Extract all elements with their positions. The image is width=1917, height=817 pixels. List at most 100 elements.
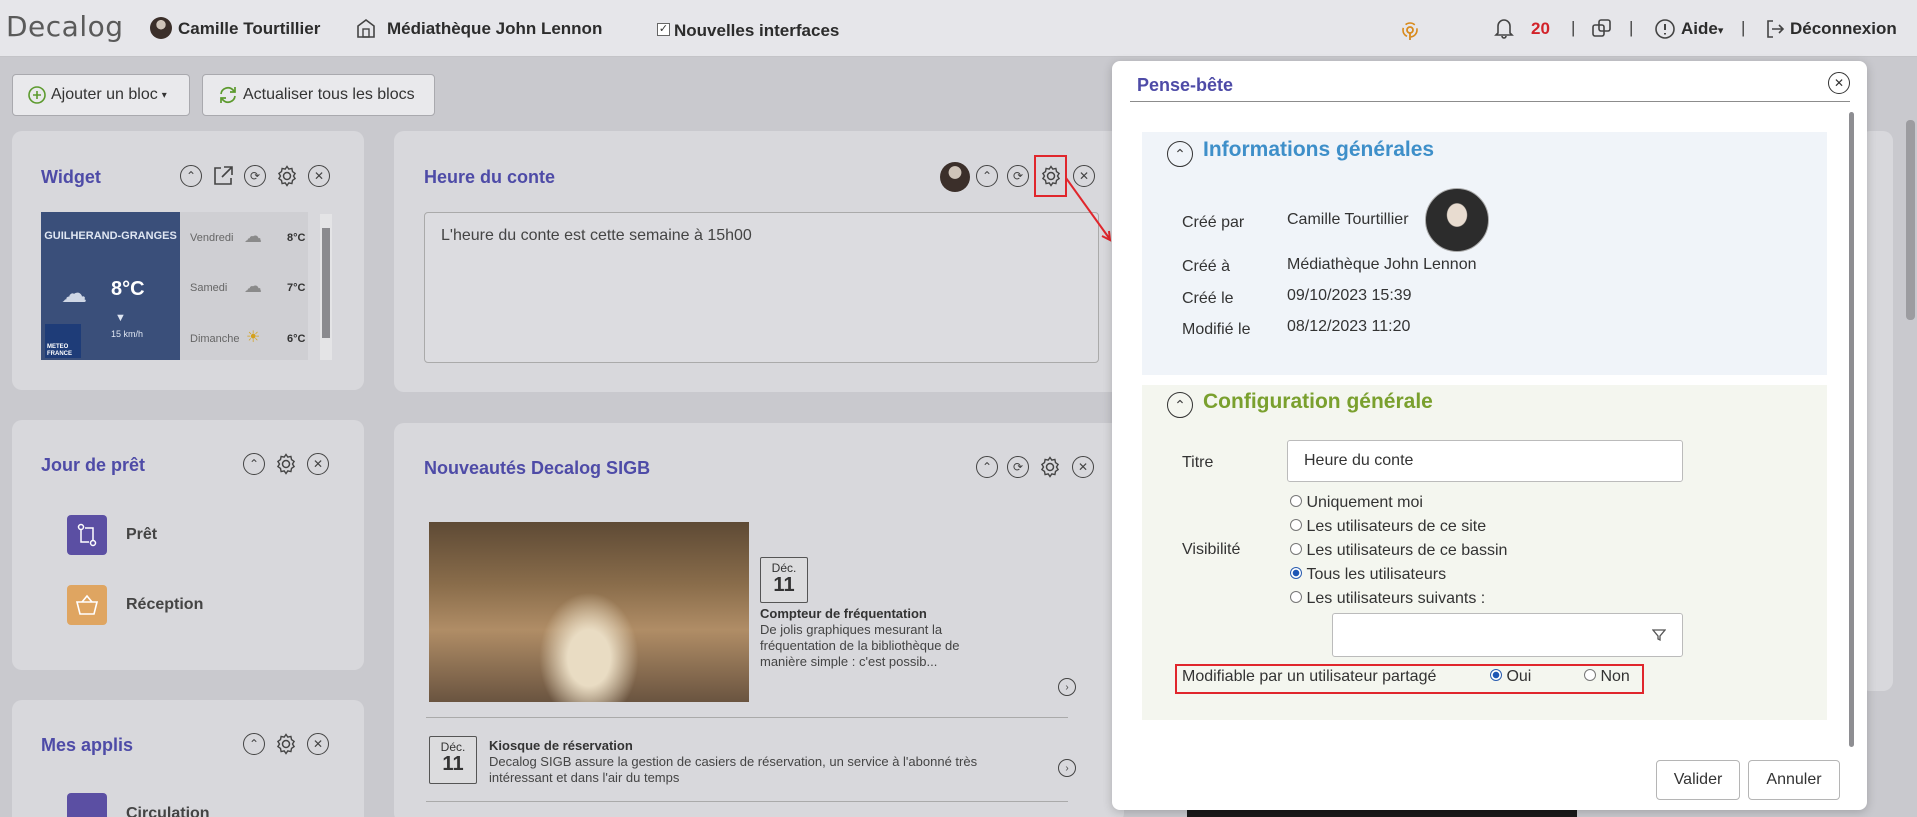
refresh-icon[interactable]: ⟳ [244, 165, 266, 187]
collapse-icon[interactable]: ⌃ [1167, 141, 1193, 167]
scrollbar-thumb[interactable] [322, 228, 330, 338]
loan-link[interactable]: Prêt [126, 526, 157, 544]
gear-icon[interactable] [275, 164, 299, 193]
dialog-title: Pense-bête [1137, 75, 1234, 95]
add-block-button[interactable]: Ajouter un bloc ▾ [12, 74, 190, 116]
page-scrollbar[interactable] [1906, 120, 1915, 320]
user-name[interactable]: Camille Tourtillier [178, 19, 320, 39]
modified-on-label: Modifié le [1182, 321, 1251, 338]
gear-icon[interactable] [1039, 164, 1063, 193]
info-heading: Informations générales [1203, 138, 1435, 161]
users-select[interactable] [1332, 613, 1683, 657]
collapse-icon[interactable]: ⌃ [976, 165, 998, 187]
notification-count[interactable]: 20 [1531, 19, 1550, 39]
help-icon[interactable] [1654, 18, 1676, 40]
date-month: Déc. [440, 740, 466, 754]
modifiable-yes-option[interactable]: Oui [1490, 668, 1531, 686]
cloud-icon: ☁ [61, 278, 87, 308]
divider [426, 801, 1068, 802]
library-name[interactable]: Médiathèque John Lennon [387, 19, 602, 39]
close-icon[interactable]: ✕ [307, 453, 329, 475]
gear-icon[interactable] [274, 452, 298, 481]
cancel-button[interactable]: Annuler [1748, 760, 1840, 800]
news-item-title[interactable]: Compteur de fréquentation [760, 606, 927, 621]
windows-icon[interactable] [1591, 18, 1613, 40]
created-at-label: Créé à [1182, 258, 1231, 275]
modifiable-no-option[interactable]: Non [1584, 668, 1630, 686]
close-icon[interactable]: ✕ [307, 733, 329, 755]
close-icon[interactable]: ✕ [308, 165, 330, 187]
circulation-link[interactable]: Circulation [126, 805, 210, 817]
dialog-scrollbar[interactable] [1849, 112, 1854, 747]
circulation-icon[interactable] [67, 793, 107, 817]
logout-link[interactable]: Déconnexion [1790, 19, 1897, 39]
created-at-value: Médiathèque John Lennon [1287, 256, 1477, 273]
news-image[interactable] [429, 522, 749, 702]
refresh-icon[interactable]: ⟳ [1007, 456, 1029, 478]
reception-link[interactable]: Réception [126, 596, 203, 614]
title-input[interactable] [1287, 440, 1683, 482]
visibility-option[interactable]: Tous les utilisateurs [1290, 566, 1446, 584]
meteo-france-logo: METEO FRANCE [45, 324, 81, 358]
radio-button[interactable] [1584, 669, 1596, 681]
radio-button-selected[interactable] [1290, 567, 1302, 579]
external-link-icon[interactable] [211, 164, 235, 193]
user-avatar [150, 17, 172, 39]
forecast-day: Samedi [190, 282, 228, 294]
chevron-right-icon[interactable]: › [1058, 678, 1076, 696]
date-month: Déc. [771, 561, 797, 575]
app-logo[interactable]: Decalog [6, 10, 124, 43]
note-text[interactable]: L'heure du conte est cette semaine à 15h… [424, 212, 1099, 363]
visibility-option[interactable]: Les utilisateurs suivants : [1290, 590, 1485, 608]
radio-button[interactable] [1290, 543, 1302, 555]
mes-applis-card [12, 700, 364, 817]
divider [426, 717, 1068, 718]
collapse-icon[interactable]: ⌃ [243, 733, 265, 755]
collapse-icon[interactable]: ⌃ [180, 165, 202, 187]
news-item-title[interactable]: Kiosque de réservation [489, 738, 633, 753]
gear-icon[interactable] [274, 732, 298, 761]
news-title: Nouveautés Decalog SIGB [424, 458, 651, 478]
jour-pret-title: Jour de prêt [41, 455, 146, 475]
refresh-icon[interactable]: ⟳ [1007, 165, 1029, 187]
collapse-icon[interactable]: ⌃ [243, 453, 265, 475]
close-icon[interactable]: ✕ [1072, 456, 1094, 478]
logout-icon[interactable] [1764, 18, 1786, 40]
option-label: Uniquement moi [1306, 494, 1423, 511]
loan-icon[interactable] [67, 515, 107, 555]
heure-conte-title: Heure du conte [424, 167, 556, 187]
visibility-option[interactable]: Uniquement moi [1290, 494, 1423, 512]
widget-title: Widget [41, 167, 101, 187]
rain-cloud-icon: ☁ [244, 226, 262, 246]
config-heading: Configuration générale [1203, 390, 1433, 413]
validate-button[interactable]: Valider [1656, 760, 1740, 800]
radio-button-selected[interactable] [1490, 669, 1502, 681]
wind-arrow-icon: ▼ [115, 312, 126, 324]
radio-button[interactable] [1290, 591, 1302, 603]
widget-scrollbar[interactable] [320, 214, 332, 360]
rain-cloud-icon: ☁ [244, 276, 262, 296]
filter-icon [1652, 629, 1666, 642]
option-label: Les utilisateurs de ce bassin [1306, 542, 1508, 559]
forecast-temp: 7°C [287, 282, 306, 294]
radio-button[interactable] [1290, 495, 1302, 507]
chevron-right-icon[interactable]: › [1058, 759, 1076, 777]
refresh-all-button[interactable]: Actualiser tous les blocs [202, 74, 435, 116]
created-by-label: Créé par [1182, 214, 1245, 231]
collapse-icon[interactable]: ⌃ [976, 456, 998, 478]
close-icon[interactable]: ✕ [1828, 72, 1850, 94]
created-on-label: Créé le [1182, 290, 1234, 307]
gear-icon[interactable] [1038, 455, 1062, 484]
weather-current: GUILHERAND-GRANGES ☁ 8°C ▼ 15 km/h METEO… [41, 212, 180, 360]
bell-icon[interactable] [1494, 17, 1514, 39]
visibility-option[interactable]: Les utilisateurs de ce site [1290, 518, 1486, 536]
radio-button[interactable] [1290, 519, 1302, 531]
broadcast-icon[interactable] [1399, 19, 1421, 41]
help-menu[interactable]: Aide▾ [1681, 19, 1723, 39]
caret-icon: ▾ [1717, 25, 1724, 37]
option-label: Les utilisateurs de ce site [1306, 518, 1487, 535]
collapse-icon[interactable]: ⌃ [1167, 392, 1193, 418]
visibility-option[interactable]: Les utilisateurs de ce bassin [1290, 542, 1507, 560]
basket-icon[interactable] [67, 585, 107, 625]
new-ui-checkbox[interactable]: ✓ [657, 23, 670, 36]
